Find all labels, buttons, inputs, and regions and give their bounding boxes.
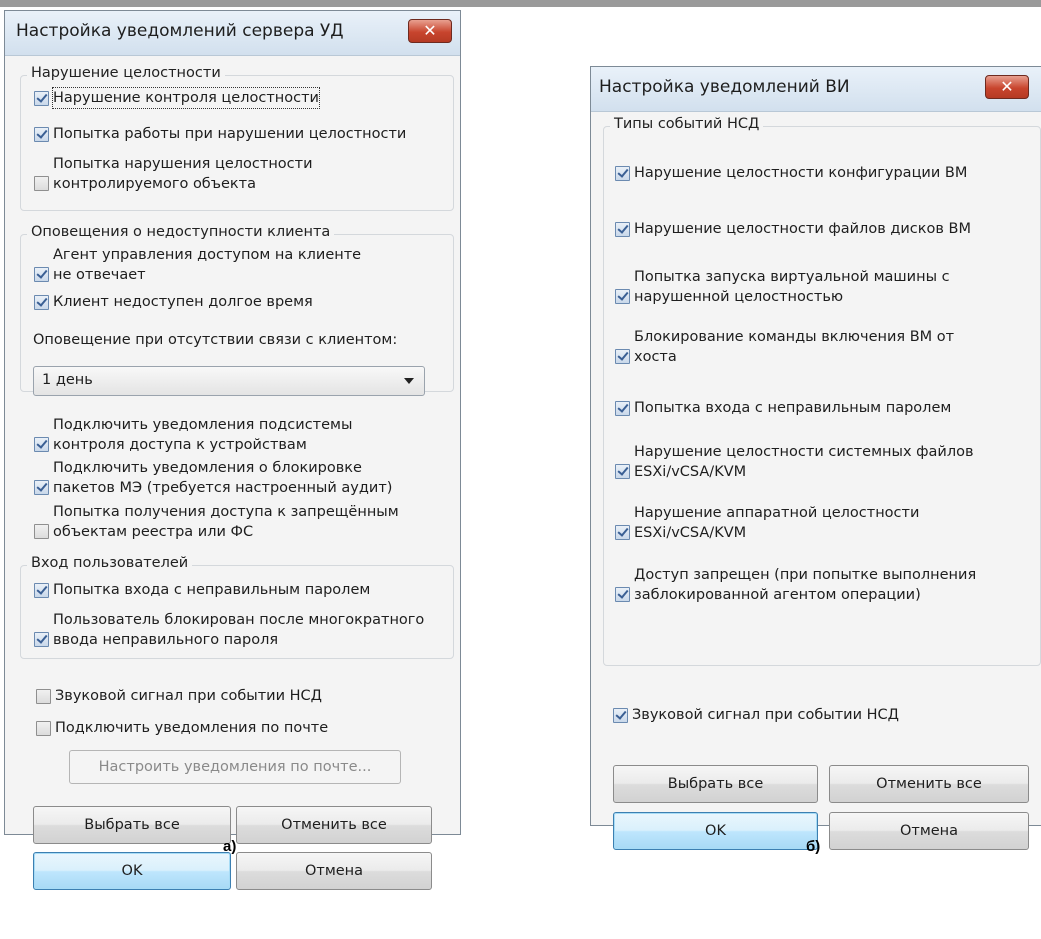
group-legend: Типы событий НСД (610, 116, 764, 132)
chevron-down-icon (404, 378, 414, 384)
mail-notifications-checkbox[interactable]: Подключить уведомления по почте (36, 718, 328, 738)
dialog-body: Типы событий НСД Нарушение целостности к… (591, 112, 1041, 850)
checkbox-checked[interactable] (615, 587, 630, 602)
checkbox-label: Нарушение аппаратной целостности ESXi/vC… (634, 505, 920, 541)
checkbox-label: Попытка запуска виртуальной машины с нар… (634, 269, 950, 305)
cancel-button[interactable]: Отмена (236, 852, 432, 890)
checkbox-label: Подключить уведомления подсистемы контро… (53, 417, 353, 453)
checkbox-checked[interactable] (615, 221, 630, 237)
wrong-password-login-checkbox[interactable]: Попытка входа с неправильным паролем (615, 398, 951, 418)
hardware-integrity-checkbox[interactable]: Нарушение аппаратной целостности ESXi/vC… (615, 503, 919, 543)
checkbox-label: Пользователь блокирован после многократн… (53, 612, 425, 648)
vm-disk-files-integrity-checkbox[interactable]: Нарушение целостности файлов дисков ВМ (615, 219, 971, 239)
checkbox-label: Подключить уведомления по почте (55, 720, 329, 736)
checkbox-label: Агент управления доступом на клиенте не … (53, 247, 362, 283)
access-denied-checkbox[interactable]: Доступ запрещен (при попытке выполнения … (615, 565, 976, 605)
work-on-integrity-violation-checkbox[interactable]: Попытка работы при нарушении целостности (34, 124, 406, 144)
checkbox-label: Попытка входа с неправильным паролем (634, 400, 952, 416)
checkbox-label: Попытка нарушения целостности контролиру… (53, 156, 313, 192)
group-legend: Вход пользователей (27, 555, 193, 571)
checkbox-checked[interactable] (34, 126, 49, 142)
client-unavailable-long-checkbox[interactable]: Клиент недоступен долгое время (34, 292, 313, 312)
checkbox-label: Нарушение контроля целостности (52, 87, 320, 109)
checkbox-label: Подключить уведомления о блокировке паке… (53, 460, 393, 496)
checkbox-checked[interactable] (34, 294, 49, 310)
checkbox-checked[interactable] (613, 707, 628, 723)
no-link-period-select[interactable]: 1 день (33, 366, 425, 396)
checkbox-checked[interactable] (615, 165, 630, 181)
user-blocked-checkbox[interactable]: Пользователь блокирован после многократн… (34, 610, 424, 650)
system-files-integrity-checkbox[interactable]: Нарушение целостности системных файлов E… (615, 442, 974, 482)
sound-signal-checkbox[interactable]: Звуковой сигнал при событии НСД (36, 686, 322, 706)
checkbox-unchecked[interactable] (36, 720, 51, 736)
title-bar: Настройка уведомлений ВИ ✕ (591, 67, 1041, 112)
checkbox-label: Звуковой сигнал при событии НСД (55, 688, 322, 704)
mail-settings-button[interactable]: Настроить уведомления по почте... (69, 750, 401, 784)
sound-signal-checkbox[interactable]: Звуковой сигнал при событии НСД (613, 705, 899, 725)
checkbox-unchecked[interactable] (34, 524, 49, 539)
checkbox-label: Попытка входа с неправильным паролем (53, 582, 371, 598)
integrity-control-violation-checkbox[interactable]: Нарушение контроля целостности (34, 87, 320, 109)
checkbox-label: Попытка получения доступа к запрещённым … (53, 504, 399, 540)
vm-power-on-block-checkbox[interactable]: Блокирование команды включения ВМ от хос… (615, 327, 954, 367)
checkbox-checked[interactable] (615, 525, 630, 540)
checkbox-checked[interactable] (34, 90, 49, 106)
wrong-password-login-checkbox[interactable]: Попытка входа с неправильным паролем (34, 580, 370, 600)
checkbox-checked[interactable] (34, 480, 49, 495)
checkbox-label: Нарушение целостности конфигурации ВМ (634, 165, 968, 181)
figure-caption-a: а) (223, 838, 237, 855)
agent-not-responding-checkbox[interactable]: Агент управления доступом на клиенте не … (34, 245, 361, 285)
vi-notification-dialog: Настройка уведомлений ВИ ✕ Типы событий … (590, 66, 1041, 850)
dialog-title: Настройка уведомлений ВИ (599, 77, 850, 97)
dialog-body: Нарушение целостности Нарушение контроля… (5, 56, 460, 890)
figure-caption-b: б) (806, 838, 821, 855)
firewall-block-notifications-checkbox[interactable]: Подключить уведомления о блокировке паке… (34, 458, 392, 498)
checkbox-checked[interactable] (615, 289, 630, 304)
server-notification-dialog: Настройка уведомлений сервера УД ✕ Наруш… (4, 10, 461, 890)
vm-config-integrity-checkbox[interactable]: Нарушение целостности конфигурации ВМ (615, 163, 967, 183)
dialog-title: Настройка уведомлений сервера УД (16, 21, 344, 41)
checkbox-checked[interactable] (615, 400, 630, 416)
ok-button[interactable]: OK (33, 852, 231, 890)
ok-button[interactable]: OK (613, 812, 818, 850)
deselect-all-button[interactable]: Отменить все (236, 806, 432, 844)
group-legend: Оповещения о недоступности клиента (27, 224, 335, 240)
deselect-all-button[interactable]: Отменить все (829, 765, 1029, 803)
checkbox-label: Попытка работы при нарушении целостности (53, 126, 407, 142)
checkbox-label: Блокирование команды включения ВМ от хос… (634, 329, 955, 365)
checkbox-checked[interactable] (34, 582, 49, 598)
checkbox-label: Звуковой сигнал при событии НСД (632, 707, 899, 723)
checkbox-unchecked[interactable] (34, 176, 49, 191)
close-icon[interactable]: ✕ (985, 75, 1029, 99)
close-icon[interactable]: ✕ (408, 19, 452, 43)
checkbox-label: Нарушение целостности файлов дисков ВМ (634, 221, 972, 237)
vm-start-attempt-checkbox[interactable]: Попытка запуска виртуальной машины с нар… (615, 267, 950, 307)
checkbox-checked[interactable] (34, 437, 49, 452)
no-link-label: Оповещение при отсутствии связи с клиент… (33, 332, 398, 348)
checkbox-label: Нарушение целостности системных файлов E… (634, 444, 974, 480)
checkbox-checked[interactable] (34, 632, 49, 647)
device-control-notifications-checkbox[interactable]: Подключить уведомления подсистемы контро… (34, 415, 352, 455)
select-all-button[interactable]: Выбрать все (33, 806, 231, 844)
checkbox-checked[interactable] (34, 267, 49, 282)
forbidden-registry-access-checkbox[interactable]: Попытка получения доступа к запрещённым … (34, 502, 399, 542)
checkbox-unchecked[interactable] (36, 688, 51, 704)
title-bar: Настройка уведомлений сервера УД ✕ (5, 11, 460, 56)
select-value: 1 день (42, 372, 93, 388)
integrity-violation-attempt-checkbox[interactable]: Попытка нарушения целостности контролиру… (34, 154, 313, 194)
top-border (0, 0, 1041, 7)
select-all-button[interactable]: Выбрать все (613, 765, 818, 803)
group-legend: Нарушение целостности (27, 65, 225, 81)
cancel-button[interactable]: Отмена (829, 812, 1029, 850)
checkbox-label: Клиент недоступен долгое время (53, 294, 313, 310)
checkbox-label: Доступ запрещен (при попытке выполнения … (634, 567, 977, 603)
checkbox-checked[interactable] (615, 464, 630, 479)
checkbox-checked[interactable] (615, 349, 630, 364)
